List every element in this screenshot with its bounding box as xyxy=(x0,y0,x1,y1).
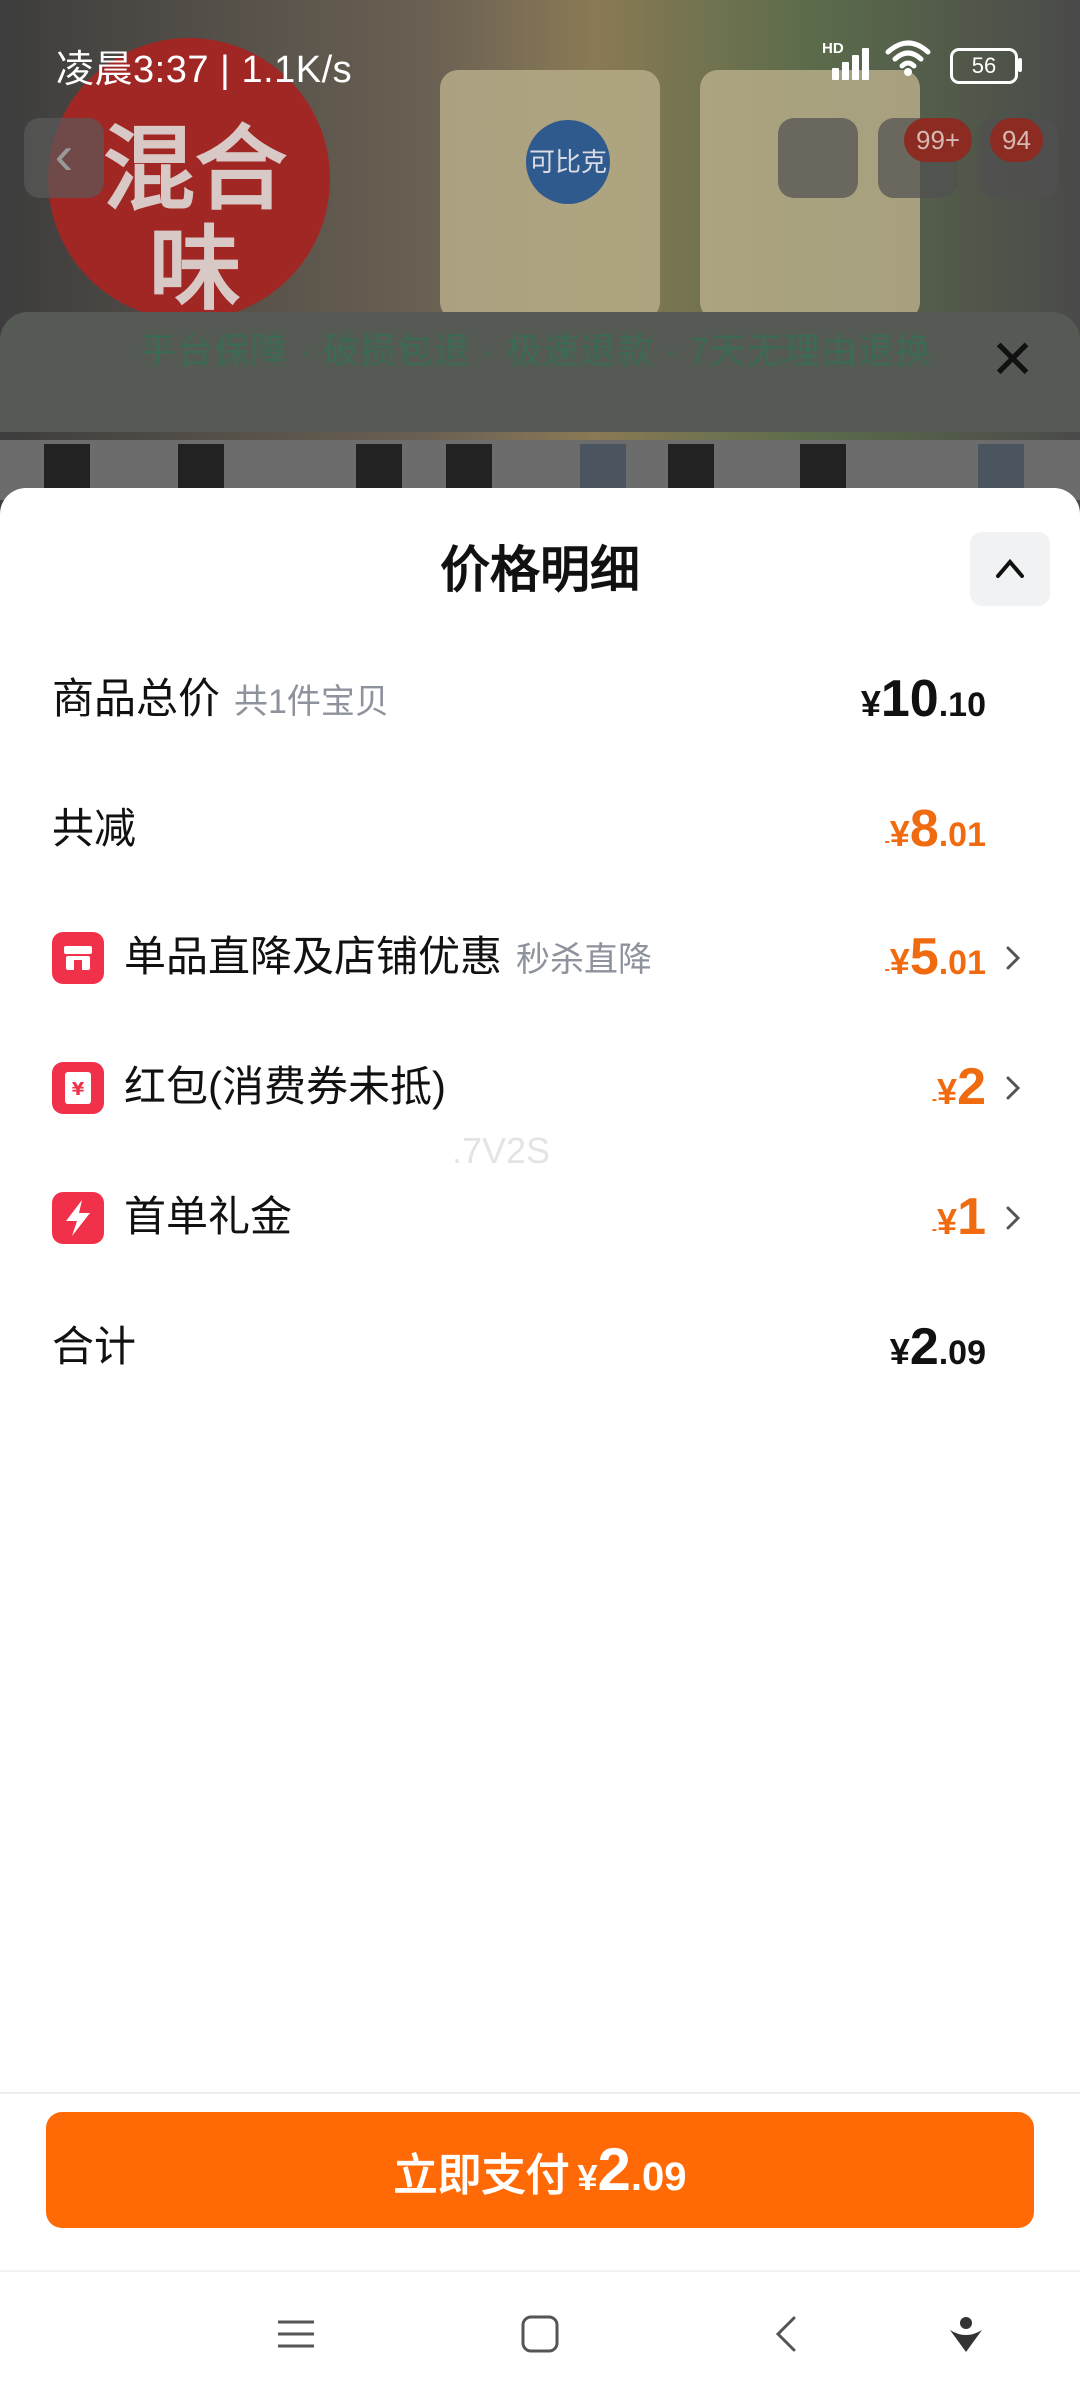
currency-symbol: ¥ xyxy=(937,1201,958,1242)
close-icon xyxy=(996,558,1024,578)
battery-tip xyxy=(1018,58,1022,72)
status-time-speed: 凌晨3:37 | 1.1K/s xyxy=(56,49,353,91)
currency-symbol: ¥ xyxy=(889,941,910,982)
price-row-total-discount: 共减 -¥8.01 xyxy=(0,784,1080,874)
battery-icon: 56 xyxy=(950,48,1018,84)
amount-integer: 8 xyxy=(909,800,939,858)
lightning-icon xyxy=(52,1192,104,1244)
amount-integer: 5 xyxy=(909,928,939,986)
pay-button-label: 立即支付 xyxy=(393,2151,570,2200)
pay-now-button[interactable]: 立即支付 ¥2.09 xyxy=(46,2112,1034,2228)
row-amount: -¥5.01 xyxy=(884,912,986,1015)
amount-integer: 2 xyxy=(957,1058,986,1116)
share-icon[interactable] xyxy=(778,118,858,198)
price-row-shop-discount[interactable]: 单品直降及店铺优惠 秒杀直降 -¥5.01 xyxy=(0,912,1080,1002)
paybar-divider xyxy=(0,2092,1080,2094)
amount-decimal: .09 xyxy=(630,2155,687,2199)
row-label-text: 共减 xyxy=(52,805,137,852)
amount-integer: 2 xyxy=(909,1318,939,1376)
row-label-text: 单品直降及店铺优惠 xyxy=(124,933,503,980)
row-amount: -¥8.01 xyxy=(884,784,986,887)
message-count-badge: 94 xyxy=(990,118,1043,162)
amount-decimal: .01 xyxy=(938,944,986,982)
cart-count-badge: 99+ xyxy=(904,118,973,162)
amount-integer: 1 xyxy=(957,1188,986,1246)
svg-text:¥: ¥ xyxy=(72,1079,85,1100)
amount-decimal: .01 xyxy=(938,816,986,854)
row-label-text: 合计 xyxy=(52,1323,137,1370)
chevron-right-icon xyxy=(1006,1076,1021,1100)
row-sub-label: 共1件宝贝 xyxy=(234,683,389,721)
amount-decimal: .10 xyxy=(938,686,986,724)
assistant-icon[interactable] xyxy=(946,2314,986,2354)
chevron-right-icon xyxy=(1006,1206,1021,1230)
chevron-right-icon xyxy=(1006,946,1021,970)
price-row-red-packet[interactable]: ¥ 红包(消费券未抵) -¥2 xyxy=(0,1042,1080,1132)
row-amount: -¥2 xyxy=(932,1042,986,1145)
home-icon[interactable] xyxy=(520,2314,560,2354)
brand-logo: 可比克 xyxy=(526,120,610,204)
menu-icon[interactable] xyxy=(276,2314,316,2354)
currency-symbol: ¥ xyxy=(889,813,910,854)
watermark-text: .7V2S xyxy=(452,1130,551,1171)
row-label: 红包(消费券未抵) xyxy=(124,1042,446,1132)
row-amount: ¥10.10 xyxy=(861,654,986,757)
row-label-text: 首单礼金 xyxy=(124,1193,293,1240)
row-label: 合计 xyxy=(52,1302,136,1392)
amount-integer: 10 xyxy=(880,670,939,728)
wifi-icon xyxy=(885,40,931,76)
back-icon[interactable]: ‹ xyxy=(24,118,104,198)
row-amount: -¥1 xyxy=(932,1172,986,1275)
currency-symbol: ¥ xyxy=(860,683,881,724)
currency-symbol: ¥ xyxy=(577,2157,598,2198)
system-navigation-bar xyxy=(0,2270,1080,2402)
amount-decimal: .09 xyxy=(938,1334,986,1372)
row-label: 商品总价 共1件宝贝 xyxy=(52,654,389,747)
row-label-text: 红包(消费券未抵) xyxy=(124,1063,446,1110)
store-icon xyxy=(52,932,104,984)
currency-symbol: ¥ xyxy=(937,1071,958,1112)
close-icon[interactable]: ✕ xyxy=(990,330,1035,390)
price-row-total-goods: 商品总价 共1件宝贝 ¥10.10 xyxy=(0,654,1080,744)
row-sub-label: 秒杀直降 xyxy=(516,941,653,979)
row-label: 首单礼金 xyxy=(124,1172,292,1262)
row-label: 单品直降及店铺优惠 秒杀直降 xyxy=(124,912,652,1005)
sheet-title: 价格明细 xyxy=(440,542,640,598)
back-icon[interactable] xyxy=(768,2314,808,2354)
status-bar: 凌晨3:37 | 1.1K/s HD 56 xyxy=(0,0,1080,120)
signal-icon xyxy=(826,44,874,80)
amount-integer: 2 xyxy=(597,2136,631,2203)
guarantee-text: 平台保障 · 破损包退 · 极速退款 · 7天无理由退换 xyxy=(140,330,932,371)
currency-symbol: ¥ xyxy=(889,1331,910,1372)
row-label-text: 商品总价 xyxy=(52,675,221,722)
price-row-grand-total: 合计 ¥2.09 xyxy=(0,1302,1080,1392)
row-label: 共减 xyxy=(52,784,136,874)
red-packet-icon: ¥ xyxy=(52,1062,104,1114)
row-amount: ¥2.09 xyxy=(890,1302,986,1405)
sheet-close-button[interactable] xyxy=(970,532,1050,606)
price-row-first-order-gift[interactable]: 首单礼金 -¥1 xyxy=(0,1172,1080,1262)
